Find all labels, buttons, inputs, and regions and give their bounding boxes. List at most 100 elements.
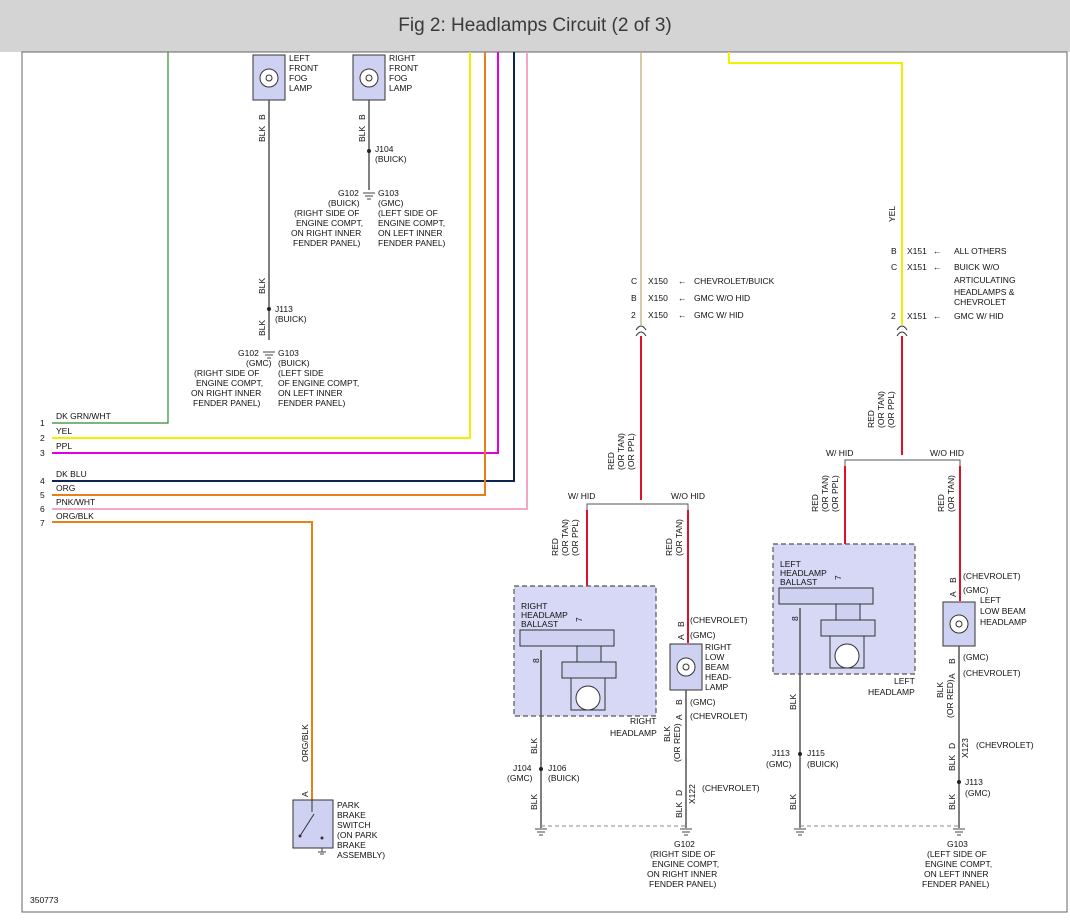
j104-right: J104 <box>513 763 532 773</box>
j104-gmc: (GMC) <box>507 773 533 783</box>
right-ballast-bar <box>519 629 615 647</box>
left-low-label-2: LOW BEAM <box>980 606 1026 616</box>
wire-row-5-label: ORG <box>56 483 75 493</box>
g103-gmc: (GMC) <box>378 198 404 208</box>
x150-id-2: X150 <box>648 293 668 303</box>
connector-x151-icon <box>896 325 908 337</box>
g103-desc-1: (LEFT SIDE <box>278 368 324 378</box>
x150-w-hid: W/ HID <box>568 491 595 501</box>
wire-row-4-label: DK BLU <box>56 469 87 479</box>
park-brake-switch-body <box>292 799 334 849</box>
ll-blk-2: BLK <box>947 755 957 771</box>
wire-row-1-label: DK GRN/WHT <box>56 411 111 421</box>
rb-red: RED <box>550 538 560 556</box>
g102-desc-3: ON RIGHT INNER <box>191 388 261 398</box>
wire-ppl <box>52 52 499 454</box>
ground-g103: G103 (LEFT SIDE OF ENGINE COMPT, ON LEFT… <box>794 825 992 889</box>
park-brake-switch-group: ORG/BLK A PARK BRAKE SWITCH (ON PARK BRA… <box>292 724 385 860</box>
g102-bottom-name: G102 <box>674 839 695 849</box>
left-low-label-3: HEADLAMP <box>980 617 1027 627</box>
pbs-label-6: ASSEMBLY) <box>337 850 385 860</box>
splice-j113-j115 <box>798 752 802 756</box>
g103-bottom-3: ON LEFT INNER <box>924 869 989 879</box>
rl-chevrolet-2: (CHEVROLET) <box>690 711 748 721</box>
right-ballast-label-3: BALLAST <box>521 619 558 629</box>
x151-desc-1: ALL OTHERS <box>954 246 1007 256</box>
left-headlamp-label-1: LEFT <box>894 676 915 686</box>
rb-pin-8: 8 <box>531 658 541 663</box>
right-low-beam-group: RED (OR TAN) B A (CHEVROLET) (GMC) RIGHT… <box>662 510 760 828</box>
g102-label-left: G102 <box>238 348 259 358</box>
g103-desc-3: ON LEFT INNER <box>278 388 343 398</box>
wire-row-3-number: 3 <box>40 448 45 458</box>
ll-pin-b2: B <box>947 658 957 664</box>
j104-label: J104 <box>375 144 394 154</box>
x150-connector-group: C X150 ← CHEVROLET/BUICK B X150 ← GMC W/… <box>568 52 775 510</box>
right-fog-pin-b: B <box>357 114 367 120</box>
switch-contact-icon <box>298 834 302 838</box>
x150-pin-b: B <box>631 293 637 303</box>
g103-bottom-name: G103 <box>947 839 968 849</box>
rl-pin-b2: B <box>674 699 684 705</box>
left-ballast-bar <box>778 587 874 605</box>
org-blk-label: ORG/BLK <box>300 724 310 762</box>
right-low-label-3: BEAM <box>705 662 729 672</box>
right-fog-lamp: RIGHT FRONT FOG LAMP B BLK J104 (BUICK) … <box>291 53 446 248</box>
wire-row-4-number: 4 <box>40 476 45 486</box>
x123-label: X123 <box>960 738 970 758</box>
g102-r-desc-3: ON RIGHT INNER <box>291 228 361 238</box>
j115-buick: (BUICK) <box>807 759 839 769</box>
j113-label: J113 <box>275 304 293 314</box>
left-ballast-neck <box>835 603 861 621</box>
left-fog-label-1: LEFT <box>289 53 310 63</box>
left-fog-wire-blk-2: BLK <box>257 278 267 294</box>
x151-desc-2d: CHEVROLET <box>954 297 1006 307</box>
rl-pin-d: D <box>674 790 684 796</box>
lb-pin-8: 8 <box>790 616 800 621</box>
rl-blk-2: BLK <box>674 802 684 818</box>
g102-bottom-3: ON RIGHT INNER <box>647 869 717 879</box>
x151-desc-2a: BUICK W/O <box>954 262 1000 272</box>
j113-ll-gmc: (GMC) <box>965 788 991 798</box>
rb-or-ppl: (OR PPL) <box>570 519 580 556</box>
ll-gmc-1: (GMC) <box>963 585 989 595</box>
left-bulb-base <box>820 619 876 637</box>
ll-pin-a2: A <box>947 673 957 679</box>
rb-pin-7: 7 <box>574 617 584 622</box>
rl-gmc-1: (GMC) <box>690 630 716 640</box>
left-fog-label-3: FOG <box>289 73 307 83</box>
rl-gmc-2: (GMC) <box>690 697 716 707</box>
x150-pin-c: C <box>631 276 637 286</box>
x151-id-1: X151 <box>907 246 927 256</box>
wire-dk-grn-wht <box>52 52 169 424</box>
right-fog-label-1: RIGHT <box>389 53 415 63</box>
x150-id-1: X150 <box>648 276 668 286</box>
g102-desc-2: ENGINE COMPT, <box>196 378 263 388</box>
right-low-label-2: LOW <box>705 652 724 662</box>
splice-j104 <box>367 149 371 153</box>
wire-pnk-wht <box>52 52 528 510</box>
x150-or-ppl: (OR PPL) <box>626 433 636 470</box>
switch-contact-icon <box>320 836 324 840</box>
j113-gmc: (GMC) <box>766 759 792 769</box>
j104-buick: (BUICK) <box>375 154 407 164</box>
left-low-beam-group: RED (OR TAN) B A (CHEVROLET) (GMC) LEFT … <box>935 466 1034 828</box>
g102-r-desc-4: FENDER PANEL) <box>293 238 361 248</box>
g103-desc-2: OF ENGINE COMPT, <box>278 378 359 388</box>
g102-bottom-2: ENGINE COMPT, <box>652 859 719 869</box>
ground-symbol-icon <box>794 828 965 836</box>
lb-blk-1: BLK <box>788 694 798 710</box>
rl-pin-b: B <box>676 621 686 627</box>
wire-org-blk <box>52 521 313 800</box>
right-headlamp-label-2: HEADLAMP <box>610 728 657 738</box>
ground-symbol-icon <box>318 848 326 855</box>
wiring-diagram: 1 DK GRN/WHT 2 YEL 3 PPL 4 DK BLU 5 ORG … <box>21 51 1068 913</box>
ll-blk-3: BLK <box>947 794 957 810</box>
left-low-beam-bulb-icon <box>949 614 969 634</box>
rl-or-tan: (OR TAN) <box>674 519 684 556</box>
x150-split-line <box>586 503 689 510</box>
right-hid-bulb-icon <box>575 685 601 711</box>
wire-row-2-label: YEL <box>56 426 72 436</box>
wire-row-labels: 1 DK GRN/WHT 2 YEL 3 PPL 4 DK BLU 5 ORG … <box>40 411 111 528</box>
wire-row-6-label: PNK/WHT <box>56 497 95 507</box>
